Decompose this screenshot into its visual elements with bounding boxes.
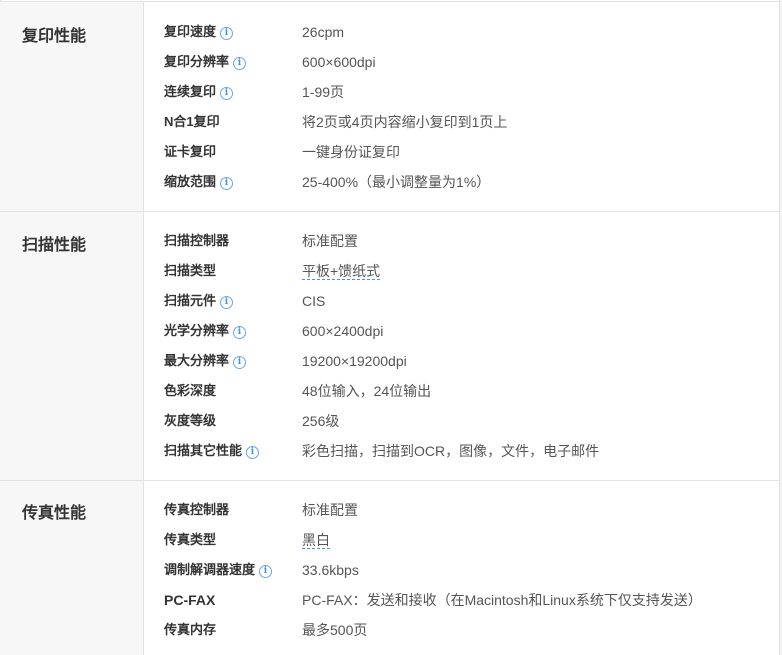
spec-row: 灰度等级 256级 (164, 411, 764, 441)
spec-value: 256级 (302, 413, 340, 429)
spec-value: PC-FAX：发送和接收（在Macintosh和Linux系统下仅支持发送） (302, 592, 702, 608)
spec-label: 色彩深度 (164, 383, 217, 398)
spec-row: 复印速度 i 26cpm (164, 22, 764, 52)
section-fax: 传真性能 传真控制器 标准配置 传真类型 黑白 调制解调器速度 i 33.6kbp… (0, 481, 780, 655)
spec-label: 最大分辨率 i (164, 351, 247, 371)
spec-label: 扫描控制器 (164, 233, 230, 248)
spec-label: 证卡复印 (164, 144, 217, 159)
spec-label: 缩放范围 i (164, 172, 234, 192)
info-icon[interactable]: i (220, 177, 234, 190)
spec-label: 复印分辨率 i (164, 52, 247, 72)
spec-value: 将2页或4页内容缩小复印到1页上 (302, 114, 508, 130)
spec-value: 26cpm (302, 24, 345, 40)
section-title: 复印性能 (22, 28, 87, 45)
spec-value: 600×2400dpi (302, 323, 384, 339)
info-icon[interactable]: i (233, 57, 247, 70)
spec-row: 扫描元件 i CIS (164, 291, 764, 321)
spec-value: 25-400%（最小调整量为1%） (302, 174, 491, 190)
spec-row: 传真控制器 标准配置 (164, 500, 764, 530)
section-copy: 复印性能 复印速度 i 26cpm 复印分辨率 i 600×600dpi 连续复印 i… (0, 2, 780, 212)
spec-label: 灰度等级 (164, 413, 217, 428)
spec-value: 19200×19200dpi (302, 353, 407, 369)
section-head: 传真性能 (0, 481, 144, 655)
spec-row: 扫描类型 平板+馈纸式 (164, 261, 764, 291)
spec-value-link[interactable]: 黑白 (302, 530, 330, 550)
info-icon[interactable]: i (220, 27, 234, 40)
spec-row: 扫描控制器 标准配置 (164, 231, 764, 261)
spec-row: 复印分辨率 i 600×600dpi (164, 52, 764, 82)
spec-value: 33.6kbps (302, 562, 359, 578)
spec-row: 连续复印 i 1-99页 (164, 82, 764, 112)
spec-value: 标准配置 (302, 502, 358, 518)
info-icon[interactable]: i (246, 446, 260, 459)
spec-value-link[interactable]: 平板+馈纸式 (302, 261, 381, 281)
spec-value: 600×600dpi (302, 54, 376, 70)
spec-label: 调制解调器速度 i (164, 560, 273, 580)
info-icon[interactable]: i (233, 326, 247, 339)
spec-row: N合1复印 将2页或4页内容缩小复印到1页上 (164, 112, 764, 142)
info-icon[interactable]: i (220, 87, 234, 100)
spec-label: 传真控制器 (164, 502, 230, 517)
spec-value: 48位输入，24位输出 (302, 383, 432, 399)
section-head: 扫描性能 (0, 212, 144, 480)
spec-label: PC-FAX (164, 592, 216, 608)
section-head: 复印性能 (0, 2, 144, 211)
spec-label: 传真内存 (164, 622, 217, 637)
section-scan: 扫描性能 扫描控制器 标准配置 扫描类型 平板+馈纸式 扫描元件 i CIS 光学… (0, 212, 780, 481)
section-title: 传真性能 (22, 505, 87, 522)
spec-row: PC-FAX PC-FAX：发送和接收（在Macintosh和Linux系统下仅… (164, 590, 764, 620)
spec-row: 光学分辨率 i 600×2400dpi (164, 321, 764, 351)
spec-label: 扫描类型 (164, 263, 217, 278)
spec-label: 复印速度 i (164, 22, 234, 42)
info-icon[interactable]: i (259, 565, 273, 578)
spec-value: 标准配置 (302, 233, 358, 249)
spec-row: 缩放范围 i 25-400%（最小调整量为1%） (164, 172, 764, 202)
spec-label: 传真类型 (164, 532, 217, 547)
spec-label: 连续复印 i (164, 82, 234, 102)
spec-row: 色彩深度 48位输入，24位输出 (164, 381, 764, 411)
spec-label: N合1复印 (164, 114, 220, 129)
spec-row: 证卡复印 一键身份证复印 (164, 142, 764, 172)
spec-value: 1-99页 (302, 84, 345, 100)
info-icon[interactable]: i (220, 296, 234, 309)
spec-row: 传真类型 黑白 (164, 530, 764, 560)
spec-value: CIS (302, 293, 326, 309)
spec-label: 扫描其它性能 i (164, 441, 260, 461)
info-icon[interactable]: i (233, 356, 247, 369)
spec-row: 扫描其它性能 i 彩色扫描，扫描到OCR，图像，文件，电子邮件 (164, 441, 764, 471)
spec-value: 最多500页 (302, 622, 368, 638)
spec-row: 调制解调器速度 i 33.6kbps (164, 560, 764, 590)
spec-value: 一键身份证复印 (302, 144, 400, 160)
section-title: 扫描性能 (22, 237, 87, 254)
spec-row: 传真内存 最多500页 (164, 620, 764, 650)
spec-label: 扫描元件 i (164, 291, 234, 311)
spec-label: 光学分辨率 i (164, 321, 247, 341)
spec-row: 最大分辨率 i 19200×19200dpi (164, 351, 764, 381)
spec-value: 彩色扫描，扫描到OCR，图像，文件，电子邮件 (302, 443, 600, 459)
